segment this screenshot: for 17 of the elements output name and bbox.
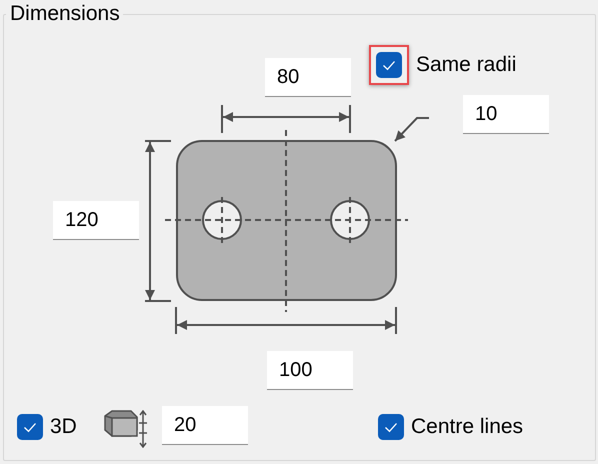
input-field[interactable]: 120 [53,201,139,240]
check-icon [23,422,37,432]
input-field[interactable]: 10 [463,95,549,134]
check-icon [384,422,398,432]
checkbox[interactable] [17,414,43,440]
checkbox-label: 3D [50,415,77,439]
check-icon [382,60,396,70]
checkbox[interactable] [378,414,404,440]
checkbox[interactable] [376,52,402,78]
input-field[interactable]: 100 [267,351,353,390]
group-title: Dimensions [9,1,121,27]
checkbox-label: Same radii [416,53,516,77]
checkbox-label: Centre lines [411,415,524,439]
block-icon [104,410,148,448]
input-field[interactable]: 80 [265,58,351,97]
leader-arrow [394,117,429,142]
input-field[interactable]: 20 [162,406,248,445]
